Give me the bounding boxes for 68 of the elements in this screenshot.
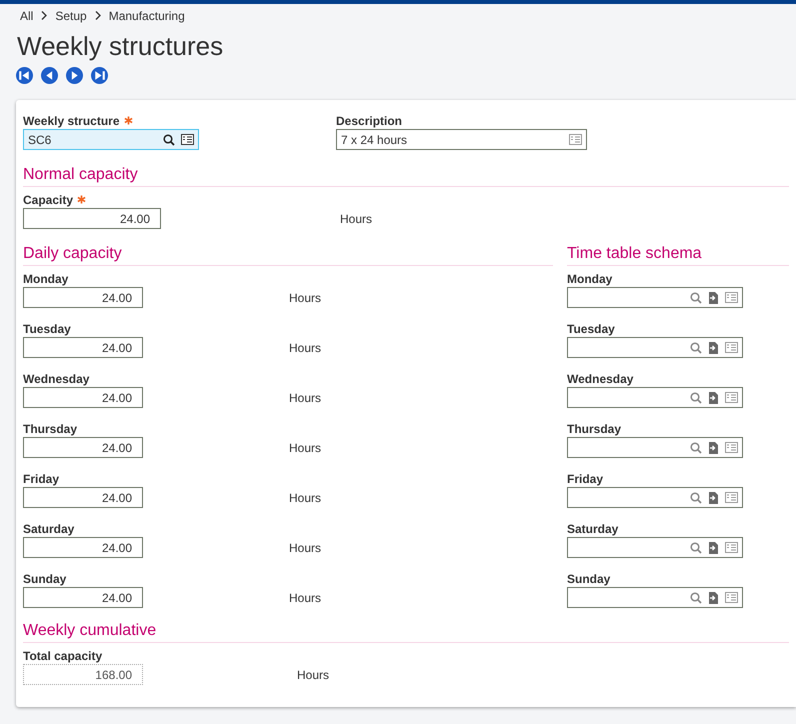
section-heading: Time table schema: [567, 243, 789, 266]
unit-label: Hours: [289, 490, 322, 504]
field-label: Wednesday: [567, 372, 634, 386]
field-label: Weekly structure: [23, 114, 120, 128]
input-field[interactable]: [567, 387, 743, 408]
breadcrumb-link[interactable]: All: [20, 8, 34, 22]
input-field[interactable]: [567, 287, 743, 308]
input-field[interactable]: SC6: [23, 129, 199, 150]
field-label: Sunday: [567, 572, 610, 586]
field-label: Description: [336, 114, 402, 128]
next-record-icon[interactable]: [66, 67, 83, 84]
section-heading: Weekly cumulative: [23, 620, 789, 643]
document-arrow-icon[interactable]: [708, 442, 719, 454]
document-arrow-icon[interactable]: [708, 392, 719, 404]
unit-label: Hours: [289, 590, 322, 604]
input-field[interactable]: 24.00: [23, 337, 143, 358]
unit-label: Hours: [289, 390, 322, 404]
field-label: Friday: [23, 472, 60, 486]
previous-record-icon[interactable]: [41, 67, 58, 84]
field-label: Thursday: [567, 422, 622, 436]
last-record-icon[interactable]: [91, 67, 108, 84]
unit-label: Hours: [289, 340, 322, 354]
input-field[interactable]: [567, 537, 743, 558]
detail-card-icon[interactable]: [181, 134, 194, 145]
unit-label: Hours: [289, 440, 322, 454]
first-record-icon[interactable]: [16, 67, 33, 84]
unit-label: Hours: [289, 290, 322, 304]
input-field[interactable]: 24.00: [23, 208, 161, 229]
input-field[interactable]: 24.00: [23, 287, 143, 308]
input-field[interactable]: 24.00: [23, 537, 143, 558]
field-label: Tuesday: [567, 322, 615, 336]
input-field[interactable]: [567, 487, 743, 508]
input-field[interactable]: [567, 337, 743, 358]
field-label: Saturday: [567, 522, 618, 536]
input-field[interactable]: [567, 437, 743, 458]
unit-label: Hours: [289, 540, 322, 554]
document-arrow-icon[interactable]: [708, 592, 719, 604]
unit-label: Hours: [297, 668, 330, 682]
unit-label: Hours: [340, 212, 372, 226]
input-field[interactable]: 24.00: [23, 587, 143, 608]
input-field: 168.00: [23, 664, 143, 685]
document-arrow-icon[interactable]: [708, 292, 719, 304]
field-label: Monday: [567, 272, 612, 286]
chevron-right-icon: [41, 11, 48, 20]
field-label: Tuesday: [23, 322, 71, 336]
field-label: Monday: [23, 272, 68, 286]
page-title: Weekly structures: [17, 31, 224, 61]
field-label: Thursday: [23, 422, 78, 436]
input-field[interactable]: 24.00: [23, 437, 143, 458]
field-label: Saturday: [23, 522, 74, 536]
input-field[interactable]: 24.00: [23, 487, 143, 508]
section-heading: Normal capacity: [23, 164, 789, 187]
document-arrow-icon[interactable]: [708, 342, 719, 354]
input-field[interactable]: [567, 587, 743, 608]
search-icon[interactable]: [163, 134, 175, 146]
document-arrow-icon[interactable]: [708, 542, 719, 554]
chevron-right-icon: [94, 11, 101, 20]
field-label: Capacity: [23, 192, 74, 206]
input-field[interactable]: 7 x 24 hours: [336, 129, 587, 150]
breadcrumb-link[interactable]: Setup: [55, 8, 87, 22]
document-arrow-icon[interactable]: [708, 492, 719, 504]
field-label: Friday: [567, 472, 604, 486]
input-field[interactable]: 24.00: [23, 387, 143, 408]
field-label: Sunday: [23, 572, 66, 586]
field-label: Total capacity: [23, 648, 102, 662]
section-heading: Daily capacity: [23, 243, 553, 266]
field-label: Wednesday: [23, 372, 90, 386]
breadcrumb-link[interactable]: Manufacturing: [108, 8, 185, 22]
